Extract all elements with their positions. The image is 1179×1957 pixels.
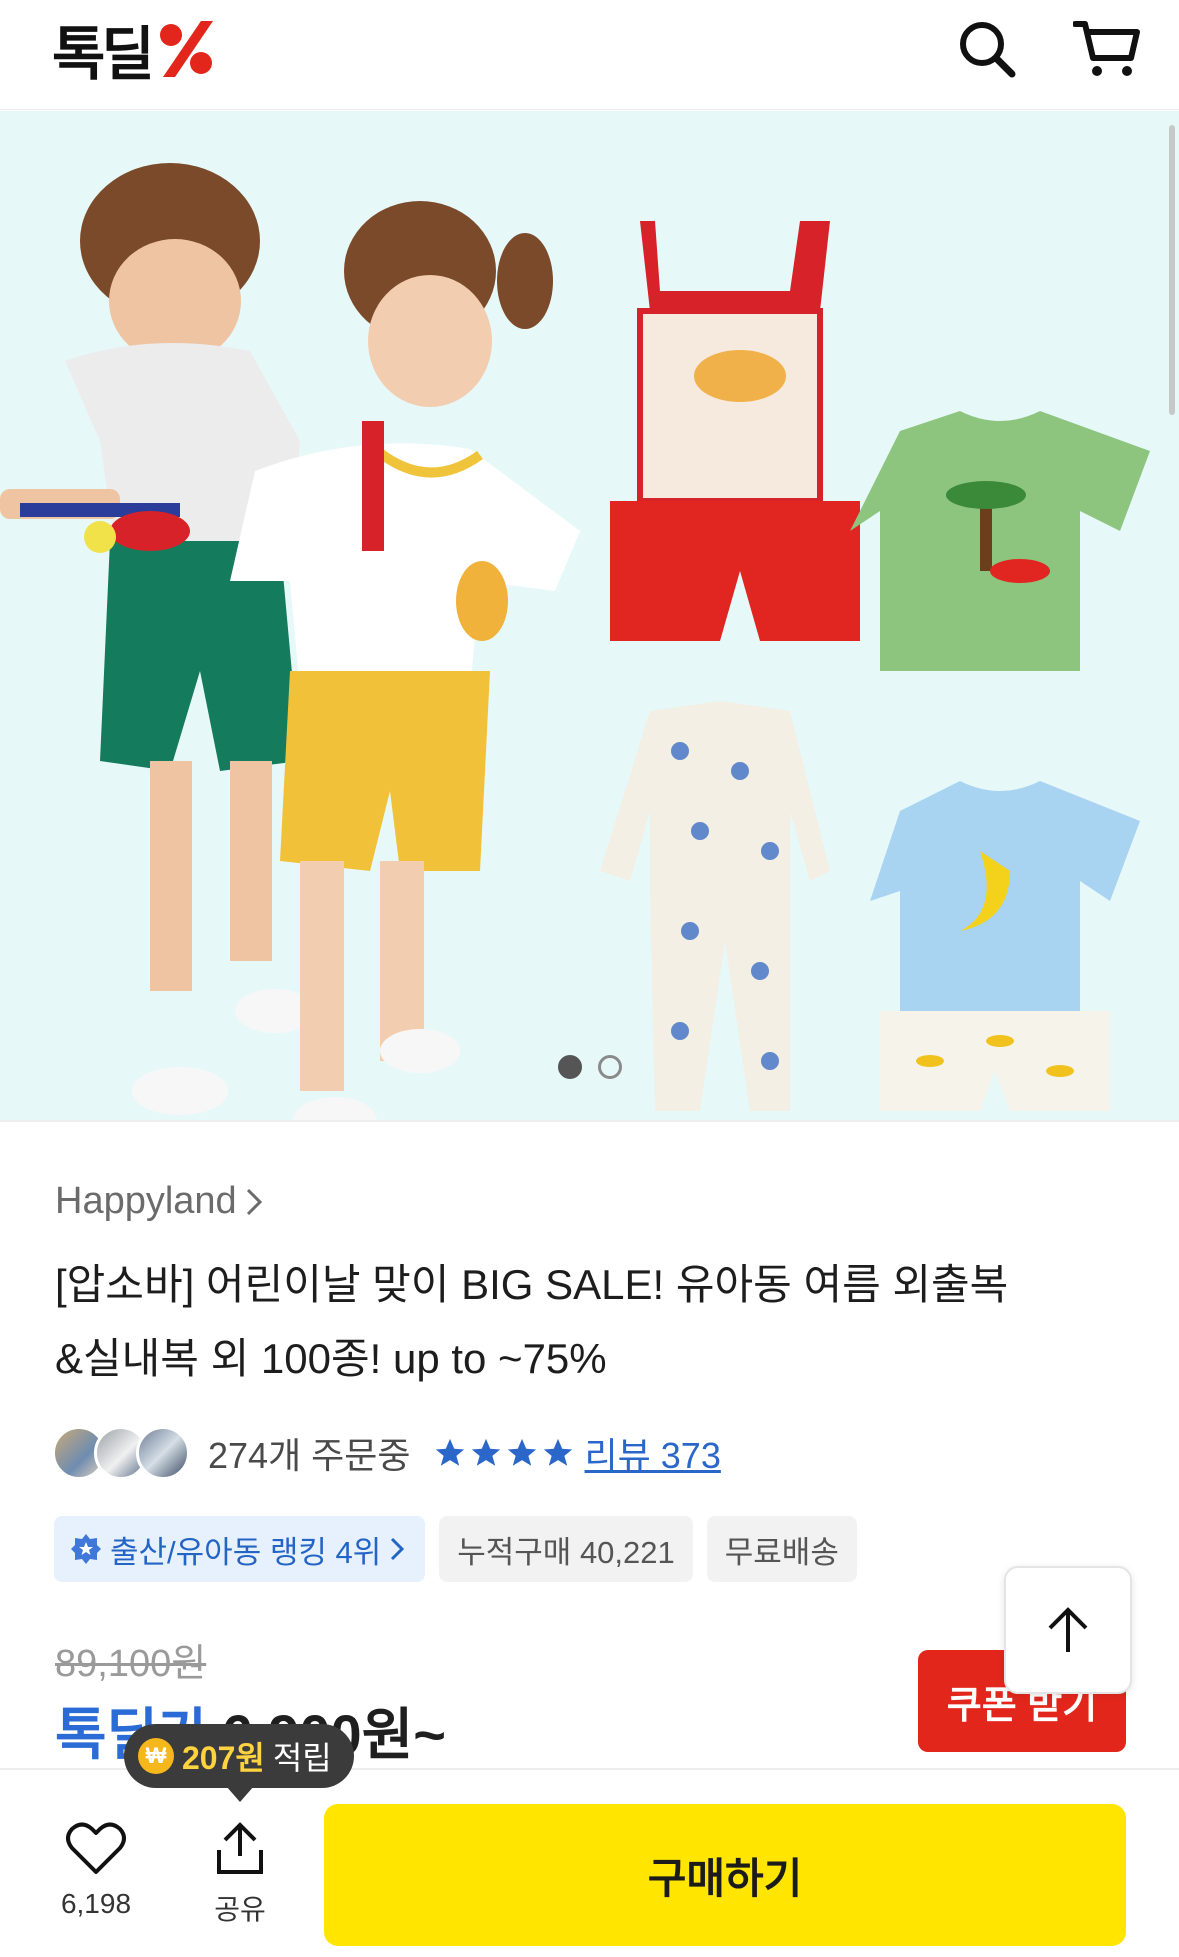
- original-price: 89,100원: [55, 1643, 207, 1685]
- wishlist-count: 6,198: [60, 1888, 132, 1919]
- product-title: [압소바] 어린이날 맞이 BIG SALE! 유아동 여름 외출복&실내복 외…: [55, 1261, 1009, 1382]
- won-coin-icon: ₩: [138, 1738, 174, 1774]
- percent-logo-mark: [159, 21, 213, 77]
- product-stats: 274개 주문중 리뷰 373: [52, 1420, 721, 1486]
- share-button[interactable]: 공유: [192, 1820, 288, 1928]
- buyer-avatars: [52, 1426, 190, 1480]
- product-hero-image: [0, 111, 1179, 1120]
- brand-link[interactable]: Happyland: [55, 1180, 265, 1223]
- star-icon: [543, 1438, 572, 1466]
- badge-icon: [71, 1534, 101, 1564]
- tooltip-tail: [226, 1786, 254, 1802]
- toktdeal-logo[interactable]: 톡딜: [52, 14, 219, 88]
- cumulative-purchase-chip: 누적구매 40,221: [439, 1516, 693, 1582]
- product-chips: 출산/유아동 랭킹 4위 누적구매 40,221 무료배송: [54, 1516, 857, 1582]
- free-shipping-chip: 무료배송: [706, 1516, 857, 1582]
- rating-stars: [433, 1436, 575, 1470]
- scroll-to-top-button[interactable]: [1004, 1566, 1132, 1694]
- star-icon: [471, 1438, 500, 1466]
- carousel-dot[interactable]: [598, 1055, 622, 1079]
- cart-icon[interactable]: [1072, 14, 1142, 84]
- section-divider: [0, 1120, 1179, 1122]
- reward-amount: 207원: [182, 1740, 265, 1776]
- reward-suffix: 적립: [272, 1740, 332, 1776]
- chevron-right-icon: [246, 1188, 262, 1215]
- ranking-chip[interactable]: 출산/유아동 랭킹 4위: [54, 1516, 426, 1582]
- share-icon: [217, 1822, 263, 1874]
- app-header: 톡딜: [0, 0, 1179, 110]
- wishlist-button[interactable]: 6,198: [48, 1820, 144, 1920]
- star-icon: [507, 1438, 536, 1466]
- scrollbar[interactable]: [1169, 125, 1175, 415]
- ranking-label: 출산/유아동 랭킹 4위: [110, 1534, 382, 1570]
- brand-name: Happyland: [55, 1180, 237, 1222]
- search-icon[interactable]: [952, 14, 1022, 84]
- reward-tooltip: ₩ 207원 적립: [124, 1724, 354, 1788]
- bottom-action-bar: 6,198 공유 구매하기: [0, 1768, 1179, 1957]
- star-icon: [435, 1438, 464, 1466]
- carousel-dot-active[interactable]: [558, 1055, 582, 1079]
- carousel-indicator: [558, 1055, 622, 1079]
- review-link[interactable]: 리뷰 373: [585, 1427, 721, 1479]
- product-image-carousel[interactable]: [0, 111, 1179, 1120]
- avatar: [136, 1426, 190, 1480]
- logo-text: 톡딜: [52, 20, 155, 88]
- share-label: 공유: [214, 1894, 266, 1925]
- chevron-right-icon: [391, 1537, 405, 1561]
- arrow-up-icon: [1048, 1607, 1088, 1652]
- heart-icon: [66, 1822, 126, 1874]
- orders-count: 274개 주문중: [208, 1435, 411, 1476]
- buy-button[interactable]: 구매하기: [324, 1804, 1126, 1946]
